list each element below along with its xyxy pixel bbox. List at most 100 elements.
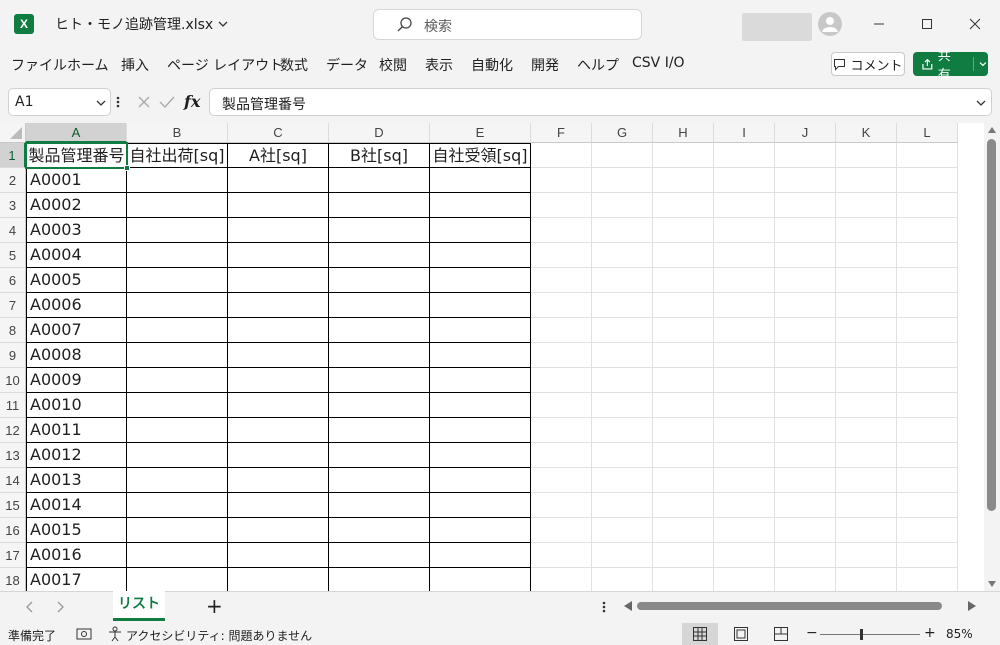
comment-button[interactable]: コメント	[831, 52, 905, 76]
row-header-7[interactable]: 7	[0, 293, 26, 318]
row-header-16[interactable]: 16	[0, 518, 26, 543]
grid-cell[interactable]	[653, 368, 714, 393]
normal-view-button[interactable]	[682, 623, 718, 645]
grid-cell[interactable]	[775, 368, 836, 393]
row-header-3[interactable]: 3	[0, 193, 26, 218]
grid-cell[interactable]	[897, 168, 958, 193]
menu-file[interactable]: ファイル	[11, 55, 67, 75]
grid-cell[interactable]	[653, 493, 714, 518]
grid-cell[interactable]	[897, 218, 958, 243]
grid-cell[interactable]	[653, 443, 714, 468]
insert-function-button[interactable]: fx	[184, 92, 200, 111]
zoom-slider-thumb[interactable]	[860, 629, 863, 640]
grid-cell[interactable]	[653, 418, 714, 443]
grid-cell[interactable]	[653, 243, 714, 268]
grid-cell[interactable]	[329, 518, 430, 543]
menu-automate[interactable]: 自動化	[471, 55, 513, 75]
row-header-17[interactable]: 17	[0, 543, 26, 568]
column-header-j[interactable]: J	[775, 123, 836, 143]
grid-cell[interactable]	[775, 268, 836, 293]
scroll-down-icon[interactable]	[988, 581, 996, 587]
grid-cell[interactable]	[836, 218, 897, 243]
grid-cell[interactable]	[329, 468, 430, 493]
grid-cell[interactable]	[329, 393, 430, 418]
grid-cell[interactable]	[127, 243, 228, 268]
row-header-11[interactable]: 11	[0, 393, 26, 418]
grid-cell[interactable]	[430, 243, 531, 268]
menu-home[interactable]: ホーム	[67, 55, 109, 75]
column-header-g[interactable]: G	[592, 123, 653, 143]
grid-cell[interactable]	[329, 418, 430, 443]
row-header-9[interactable]: 9	[0, 343, 26, 368]
grid-cell[interactable]	[714, 518, 775, 543]
grid-cell[interactable]	[329, 268, 430, 293]
zoom-slider[interactable]	[820, 634, 920, 635]
grid-cell[interactable]	[775, 493, 836, 518]
sheet-tab-list[interactable]: リスト	[113, 591, 165, 621]
grid-cell[interactable]	[836, 418, 897, 443]
grid-cell[interactable]	[714, 293, 775, 318]
grid-cell[interactable]	[228, 243, 329, 268]
grid-cell[interactable]	[127, 368, 228, 393]
grid-cell[interactable]	[592, 143, 653, 168]
grid-cell[interactable]	[714, 268, 775, 293]
grid-cell[interactable]	[775, 143, 836, 168]
grid-cell[interactable]	[531, 243, 592, 268]
grid-cell[interactable]	[592, 518, 653, 543]
minimize-button[interactable]	[856, 0, 902, 48]
grid-cell[interactable]	[714, 143, 775, 168]
grid-cell[interactable]	[897, 318, 958, 343]
cancel-entry-icon[interactable]	[137, 95, 151, 109]
zoom-level[interactable]: 85%	[946, 627, 973, 641]
grid-cell[interactable]	[653, 468, 714, 493]
table-header-cell[interactable]: A社[sq]	[228, 143, 329, 168]
prev-sheet-icon[interactable]	[25, 601, 33, 613]
grid-cell[interactable]	[775, 293, 836, 318]
grid-cell[interactable]	[775, 568, 836, 591]
grid-cell[interactable]	[592, 418, 653, 443]
grid-cell[interactable]	[653, 268, 714, 293]
row-header-10[interactable]: 10	[0, 368, 26, 393]
grid-cell[interactable]	[653, 193, 714, 218]
grid-cell[interactable]	[775, 543, 836, 568]
grid-cell[interactable]	[836, 493, 897, 518]
grid-cell[interactable]	[430, 518, 531, 543]
grid-cell[interactable]	[836, 193, 897, 218]
table-header-cell[interactable]: 自社出荷[sq]	[127, 143, 228, 168]
grid-cell[interactable]	[228, 168, 329, 193]
menu-review[interactable]: 校閲	[379, 55, 407, 75]
grid-cell[interactable]	[653, 343, 714, 368]
row-header-6[interactable]: 6	[0, 268, 26, 293]
column-header-i[interactable]: I	[714, 123, 775, 143]
grid-cell[interactable]	[228, 268, 329, 293]
grid-cell[interactable]	[228, 343, 329, 368]
menu-view[interactable]: 表示	[425, 55, 453, 75]
grid-cell[interactable]	[127, 568, 228, 591]
vertical-scroll-thumb[interactable]	[987, 139, 996, 511]
grid-cell[interactable]	[430, 568, 531, 591]
grid-cell[interactable]	[592, 293, 653, 318]
grid-cell[interactable]	[531, 193, 592, 218]
scroll-right-icon[interactable]	[968, 601, 976, 611]
next-sheet-icon[interactable]	[57, 601, 65, 613]
grid-cell[interactable]	[836, 243, 897, 268]
grid-cell[interactable]	[430, 343, 531, 368]
grid-cell[interactable]	[836, 318, 897, 343]
file-name-dropdown[interactable]: ヒト・モノ追跡管理.xlsx	[55, 14, 229, 34]
grid-cell[interactable]	[592, 468, 653, 493]
grid-cell[interactable]	[653, 218, 714, 243]
grid-cell[interactable]	[592, 393, 653, 418]
grid-cell[interactable]	[127, 418, 228, 443]
column-header-h[interactable]: H	[653, 123, 714, 143]
grid-cell[interactable]	[430, 543, 531, 568]
grid-cell[interactable]	[228, 543, 329, 568]
grid-cell[interactable]	[430, 268, 531, 293]
menu-page-layout[interactable]: ページ レイアウト	[167, 55, 283, 75]
accessibility-icon[interactable]	[108, 626, 122, 642]
grid-cell[interactable]	[775, 418, 836, 443]
menu-formulas[interactable]: 数式	[280, 55, 308, 75]
grid-cell[interactable]	[897, 393, 958, 418]
grid-cell[interactable]	[531, 393, 592, 418]
grid-cell[interactable]	[775, 318, 836, 343]
table-header-cell[interactable]: 自社受領[sq]	[430, 143, 531, 168]
